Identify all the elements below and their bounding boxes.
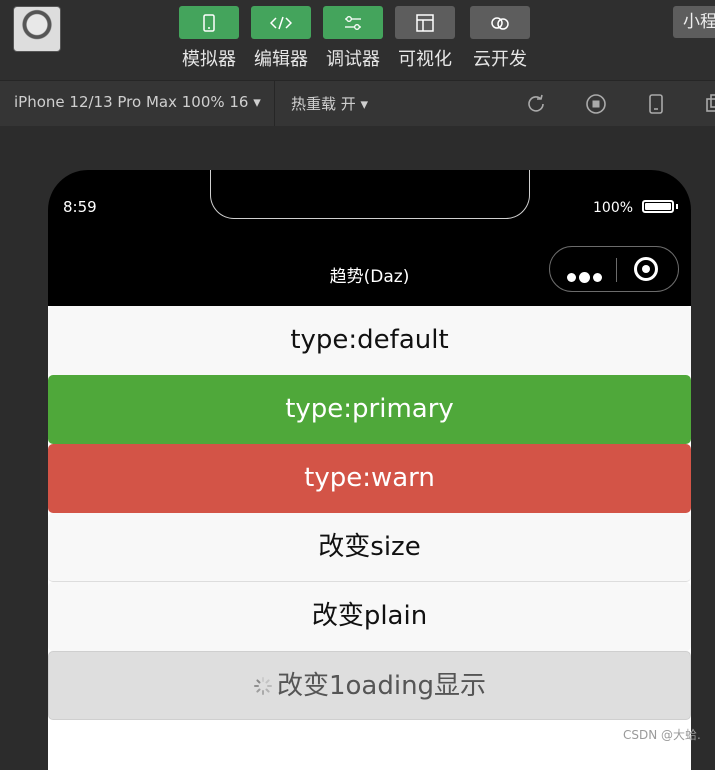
editor-label: 编辑器 [254, 49, 308, 70]
watermark: CSDN @大蛤. [623, 728, 701, 742]
loading-button-label: 改变1oading显示 [276, 671, 487, 701]
code-icon [251, 6, 311, 39]
visualize-button[interactable]: 可视化 [395, 6, 455, 71]
battery-percent: 100% [593, 200, 634, 216]
device-icon[interactable] [645, 93, 667, 115]
simulator-button[interactable]: 模拟器 [179, 6, 239, 71]
simulator-label: 模拟器 [182, 49, 236, 70]
status-time: 8:59 [63, 198, 97, 216]
visualize-label: 可视化 [398, 49, 452, 70]
phone-simulator: 8:59 100% 趋势(Daz) type:default type:prim… [48, 170, 691, 770]
page-content: type:default type:primary type:warn 改变si… [48, 306, 691, 770]
cloud-icon [470, 6, 530, 39]
editor-button[interactable]: 编辑器 [251, 6, 311, 71]
sliders-icon [323, 6, 383, 39]
menu-capsule [549, 246, 679, 292]
divider [274, 81, 275, 126]
button-primary[interactable]: type:primary [48, 375, 691, 444]
stop-icon[interactable] [585, 93, 607, 115]
cloud-dev-label: 云开发 [473, 49, 527, 70]
battery-tip [676, 204, 678, 209]
top-toolbar: 模拟器 编辑器 调试器 可视化 云开发 小程 [0, 0, 715, 80]
simulator-bar: iPhone 12/13 Pro Max 100% 16 ▾ 热重载 开 ▾ [0, 80, 715, 126]
user-avatar[interactable] [13, 6, 61, 52]
battery-icon [642, 200, 674, 213]
capsule-divider [616, 258, 617, 282]
hot-reload-toggle[interactable]: 热重载 开 ▾ [291, 93, 368, 114]
button-change-loading[interactable]: 改变1oading显示 [48, 651, 691, 720]
device-select[interactable]: iPhone 12/13 Pro Max 100% 16 ▾ [14, 93, 261, 111]
phone-notch [210, 170, 530, 219]
window-icon[interactable] [703, 93, 715, 115]
cloud-dev-button[interactable]: 云开发 [470, 6, 530, 71]
mini-program-button[interactable]: 小程 [673, 6, 715, 38]
layout-icon [395, 6, 455, 39]
debugger-button[interactable]: 调试器 [323, 6, 383, 71]
button-change-size[interactable]: 改变size [48, 513, 691, 582]
loading-spinner-icon [253, 677, 272, 695]
rotate-icon[interactable] [525, 93, 547, 115]
button-change-plain[interactable]: 改变plain [48, 582, 691, 651]
button-default[interactable]: type:default [48, 306, 691, 375]
more-icon[interactable] [567, 267, 605, 286]
debugger-label: 调试器 [326, 49, 380, 70]
close-target-icon[interactable] [634, 257, 658, 281]
button-warn[interactable]: type:warn [48, 444, 691, 513]
phone-icon [179, 6, 239, 39]
